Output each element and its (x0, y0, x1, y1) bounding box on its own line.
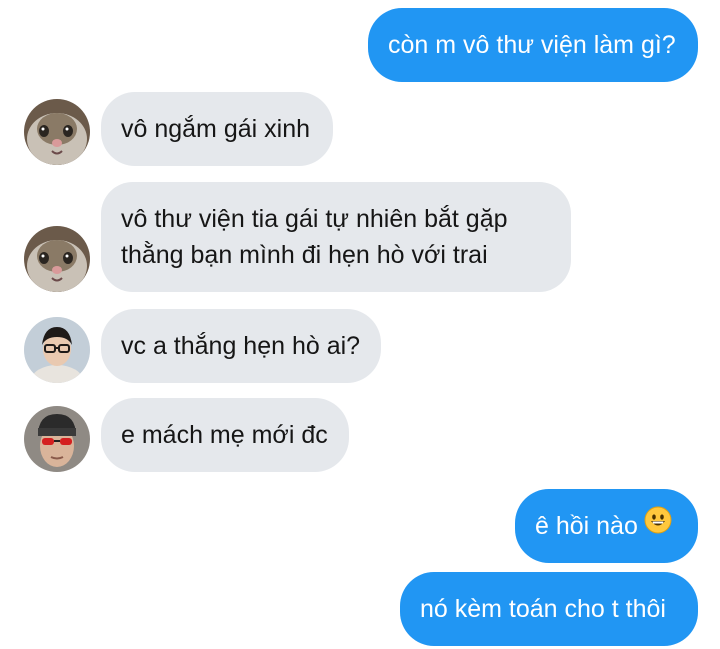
message-bubble-outgoing[interactable]: còn m vô thư viện làm gì? (368, 8, 698, 82)
message-text-line: vô thư viện tia gái tự nhiên bắt gặp (121, 205, 508, 233)
message-bubble-incoming[interactable]: vô ngắm gái xinh (101, 92, 333, 166)
message-text: vô ngắm gái xinh (121, 115, 311, 143)
glasses-person-avatar[interactable] (24, 317, 90, 383)
beanie-person-avatar[interactable] (24, 406, 90, 472)
cat-avatar-image (24, 226, 90, 292)
cat-avatar[interactable] (24, 99, 90, 165)
cat-avatar-image (24, 99, 90, 165)
message-text: nó kèm toán cho t thôi (420, 595, 666, 623)
message-bubble-incoming[interactable]: e mách mẹ mới đc (101, 398, 349, 472)
cat-avatar[interactable] (24, 226, 90, 292)
message-bubble-incoming[interactable]: vc a thắng hẹn hò ai? (101, 309, 381, 383)
message-text-line: thằng bạn mình đi hẹn hò với trai (121, 241, 488, 269)
message-text: còn m vô thư viện làm gì? (388, 31, 676, 59)
glasses-person-avatar-image (24, 317, 90, 383)
message-text: e mách mẹ mới đc (121, 421, 328, 449)
message-text: ê hồi nào (535, 512, 638, 540)
grinning-face-icon (644, 506, 672, 544)
beanie-person-avatar-image (24, 406, 90, 472)
message-bubble-outgoing[interactable]: nó kèm toán cho t thôi (400, 572, 698, 646)
message-bubble-incoming[interactable]: vô thư viện tia gái tự nhiên bắt gặp thằ… (101, 182, 571, 292)
message-bubble-outgoing[interactable]: ê hồi nào (515, 489, 698, 563)
message-text: vc a thắng hẹn hò ai? (121, 332, 361, 360)
